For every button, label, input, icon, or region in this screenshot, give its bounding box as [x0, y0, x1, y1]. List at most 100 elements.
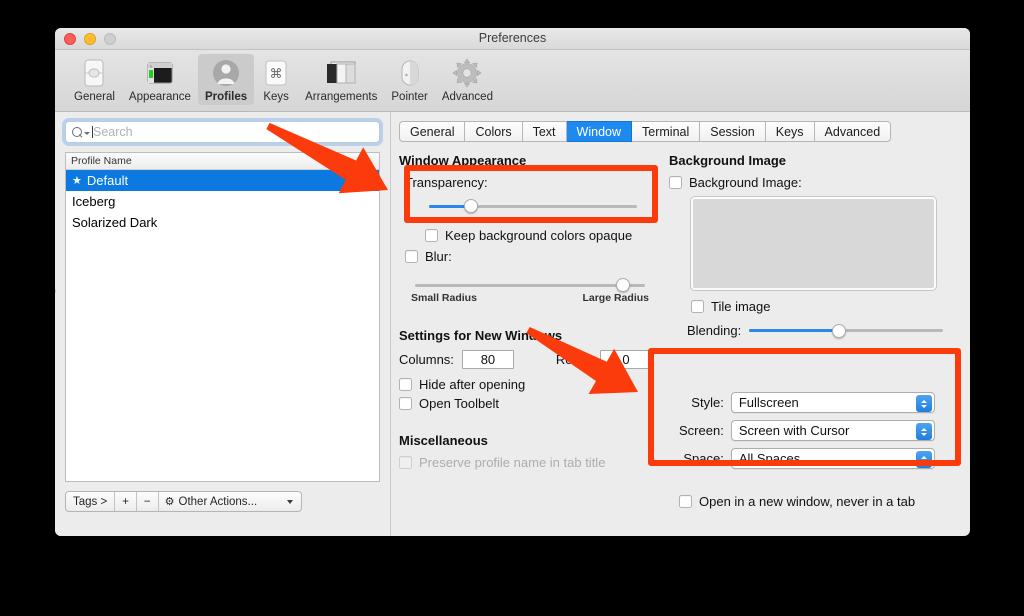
- background-image-well[interactable]: [691, 197, 936, 290]
- slider-knob[interactable]: [463, 199, 478, 213]
- stepper-icon[interactable]: [916, 423, 932, 440]
- chevron-down-icon: [287, 499, 294, 504]
- blur-min-label: Small Radius: [411, 292, 477, 304]
- tab-general[interactable]: General: [399, 121, 466, 142]
- profile-row-default[interactable]: ★ Default: [66, 170, 379, 191]
- toolbar-item-arrangements[interactable]: Arrangements: [298, 54, 384, 105]
- toolbar-item-pointer[interactable]: Pointer: [384, 54, 434, 105]
- toolbar-item-label: Keys: [263, 91, 289, 103]
- tab-colors[interactable]: Colors: [465, 121, 523, 142]
- svg-text:x: x: [150, 64, 152, 69]
- profiles-list[interactable]: Profile Name ★ Default Iceberg Solarized…: [65, 152, 380, 482]
- space-popup-button[interactable]: All Spaces: [730, 448, 935, 469]
- toolbar-item-keys[interactable]: ⌘ Keys: [254, 54, 298, 105]
- tab-advanced[interactable]: Advanced: [814, 121, 892, 142]
- remove-profile-button[interactable]: −: [137, 492, 159, 511]
- window-body: Search Profile Name ★ Default Iceberg So…: [55, 112, 970, 536]
- checkbox-label: Open in a new window, never in a tab: [699, 494, 916, 509]
- blur-max-label: Large Radius: [582, 292, 649, 304]
- checkbox-box: [405, 250, 418, 263]
- profile-row-label: Iceberg: [72, 194, 116, 209]
- open-toolbelt-checkbox[interactable]: Open Toolbelt: [399, 396, 661, 411]
- window-placement-group: Style: Fullscreen Screen: Screen with Cu…: [679, 392, 935, 469]
- space-value: All Spaces: [738, 451, 801, 466]
- columns-rows-row: Columns: 80 Rows: 0: [399, 350, 661, 369]
- profiles-sidebar: Search Profile Name ★ Default Iceberg So…: [55, 112, 391, 536]
- screen-value: Screen with Cursor: [738, 423, 850, 438]
- general-icon: [81, 57, 107, 89]
- stepper-icon[interactable]: [916, 451, 932, 468]
- profile-settings-pane: General Colors Text Window Terminal Sess…: [391, 112, 970, 536]
- other-actions-button[interactable]: ⚙ Other Actions...: [159, 492, 301, 511]
- search-field[interactable]: Search: [65, 121, 380, 143]
- slider-knob[interactable]: [615, 278, 630, 292]
- keep-background-opaque-checkbox[interactable]: Keep background colors opaque: [425, 228, 661, 243]
- profiles-icon: [211, 57, 241, 89]
- rows-input[interactable]: 0: [600, 350, 653, 369]
- section-title-new-windows: Settings for New Windows: [399, 328, 563, 343]
- checkbox-box: [669, 176, 682, 189]
- tags-button[interactable]: Tags >: [66, 492, 116, 511]
- toolbar-item-label: Appearance: [128, 91, 191, 103]
- profiles-bottom-bar: Tags > + − ⚙ Other Actions...: [65, 491, 380, 512]
- checkbox-box: [399, 456, 412, 469]
- window-title: Preferences: [478, 31, 547, 45]
- gear-icon: ⚙: [164, 496, 175, 508]
- transparency-slider[interactable]: [429, 199, 637, 213]
- tile-image-checkbox[interactable]: Tile image: [691, 299, 949, 314]
- settings-columns: Window Appearance Transparency: Keep bac…: [399, 153, 958, 509]
- hide-after-opening-checkbox[interactable]: Hide after opening: [399, 377, 661, 392]
- arrangements-icon: [325, 57, 357, 89]
- blending-label: Blending:: [687, 323, 742, 338]
- style-label: Style:: [691, 395, 724, 410]
- rows-label: Rows:: [555, 352, 593, 367]
- toolbar-item-advanced[interactable]: Advanced: [435, 54, 500, 105]
- profiles-list-header[interactable]: Profile Name: [66, 153, 379, 170]
- profile-row-solarized-dark[interactable]: Solarized Dark: [66, 212, 379, 233]
- blur-checkbox[interactable]: Blur:: [405, 249, 661, 264]
- columns-input[interactable]: 80: [461, 350, 514, 369]
- background-image-checkbox[interactable]: Background Image:: [669, 175, 949, 190]
- toolbar-item-appearance[interactable]: x Appearance: [122, 54, 198, 105]
- profile-row-iceberg[interactable]: Iceberg: [66, 191, 379, 212]
- profile-row-label: Default: [86, 173, 129, 188]
- style-popup-button[interactable]: Fullscreen: [730, 392, 935, 413]
- tab-window[interactable]: Window: [566, 121, 633, 142]
- section-title-miscellaneous: Miscellaneous: [399, 433, 488, 448]
- preserve-profile-name-checkbox: Preserve profile name in tab title: [399, 455, 661, 470]
- search-placeholder: Search: [93, 125, 133, 139]
- chevron-down-icon[interactable]: [84, 132, 90, 135]
- background-image-column: Background Image Background Image: Tile …: [669, 153, 949, 509]
- blur-radius-scale: Small Radius Large Radius: [411, 292, 649, 304]
- toolbar-item-profiles[interactable]: Profiles: [197, 54, 255, 105]
- toolbar-item-label: General: [74, 91, 115, 103]
- columns-label: Columns:: [399, 352, 454, 367]
- tab-session[interactable]: Session: [700, 121, 766, 142]
- stepper-icon[interactable]: [916, 395, 932, 412]
- toolbar-item-label: Pointer: [391, 91, 428, 103]
- checkbox-label: Open Toolbelt: [419, 396, 499, 411]
- appearance-icon: x: [145, 57, 175, 89]
- checkbox-label: Tile image: [711, 299, 771, 314]
- search-icon: [72, 126, 83, 138]
- advanced-gear-icon: [452, 57, 482, 89]
- blending-slider[interactable]: [749, 323, 943, 338]
- profiles-action-segment: Tags > + − ⚙ Other Actions...: [65, 491, 303, 512]
- add-profile-button[interactable]: +: [115, 492, 137, 511]
- tab-keys[interactable]: Keys: [765, 121, 815, 142]
- preferences-toolbar: General x Appearance Profiles ⌘ Keys Arr…: [55, 50, 970, 112]
- toolbar-item-general[interactable]: General: [67, 54, 122, 105]
- checkbox-box: [399, 378, 412, 391]
- slider-knob[interactable]: [831, 323, 846, 338]
- slider-fill: [749, 329, 839, 332]
- pane-resize-grip[interactable]: [55, 288, 56, 294]
- open-in-new-window-checkbox[interactable]: Open in a new window, never in a tab: [679, 494, 949, 509]
- toolbar-item-label: Arrangements: [305, 91, 378, 103]
- tab-terminal[interactable]: Terminal: [632, 121, 701, 142]
- section-title-background-image: Background Image: [669, 153, 787, 168]
- screen-label: Screen:: [679, 423, 724, 438]
- checkbox-box: [679, 495, 692, 508]
- screen-popup-button[interactable]: Screen with Cursor: [730, 420, 935, 441]
- blur-radius-slider[interactable]: [415, 278, 645, 292]
- tab-text[interactable]: Text: [522, 121, 567, 142]
